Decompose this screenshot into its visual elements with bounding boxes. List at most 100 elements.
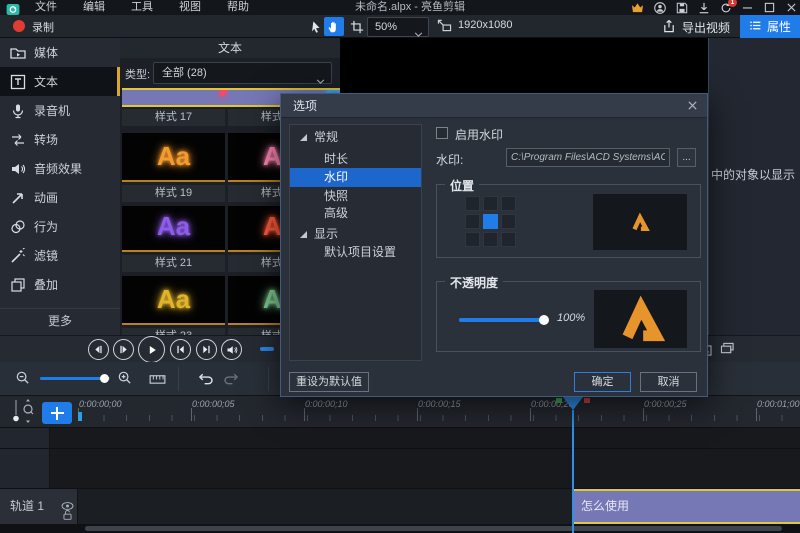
position-cell[interactable] <box>483 214 498 229</box>
maximize-icon[interactable] <box>763 1 776 14</box>
tree-expand-icon[interactable] <box>300 134 307 141</box>
properties-button[interactable]: 属性 <box>740 15 800 38</box>
sidebar-item-behaviors[interactable]: 行为 <box>0 212 120 241</box>
timeline-zoom-in-icon[interactable] <box>118 371 132 390</box>
timeline-clip[interactable]: 怎么使用 <box>573 489 800 524</box>
zoom-level-dropdown[interactable]: 50% <box>367 17 429 37</box>
tree-item-label: 高级 <box>324 206 348 220</box>
scrollbar-thumb[interactable] <box>85 526 782 531</box>
tree-item-entry[interactable]: 时长 <box>290 150 421 168</box>
tree-item-label: 常规 <box>314 130 338 144</box>
track-height-zoom-icon[interactable] <box>6 398 36 429</box>
go-to-start-button[interactable] <box>170 339 191 360</box>
timeline-ruler[interactable]: 0:00:00;000:00:00;050:00:00;100:00:00;15… <box>0 396 800 428</box>
position-cell[interactable] <box>483 196 498 211</box>
browse-button[interactable]: ... <box>677 148 696 167</box>
sidebar-item-animation[interactable]: 动画 <box>0 183 120 212</box>
play-button[interactable] <box>138 336 165 363</box>
enable-watermark-checkbox[interactable] <box>436 127 448 139</box>
menu-item[interactable]: 工具 <box>118 0 166 15</box>
record-button[interactable]: 录制 <box>32 19 54 35</box>
tree-item-entry[interactable]: 水印 <box>290 168 421 187</box>
timeline-zoom-knob[interactable] <box>100 374 109 383</box>
timeline-zoom-out-icon[interactable] <box>16 371 30 390</box>
record-dot-icon[interactable] <box>13 20 25 32</box>
fit-timeline-icon[interactable] <box>149 372 166 390</box>
position-cell[interactable] <box>465 196 480 211</box>
opacity-slider-knob[interactable] <box>539 315 549 325</box>
position-cell[interactable] <box>465 214 480 229</box>
sidebar-item-microphone[interactable]: 录音机 <box>0 96 120 125</box>
download-icon[interactable] <box>697 1 710 14</box>
tree-item-group[interactable]: 显示 <box>290 225 421 243</box>
minimize-icon[interactable] <box>741 1 754 14</box>
position-cell[interactable] <box>465 232 480 247</box>
track-row[interactable] <box>0 428 800 449</box>
watermark-path-input[interactable] <box>506 148 670 167</box>
position-grid <box>465 196 516 247</box>
export-icon <box>662 19 676 36</box>
frames-icon[interactable] <box>720 342 735 360</box>
resolution-value: 1920x1080 <box>458 19 512 31</box>
select-tool[interactable] <box>306 17 326 36</box>
track-row[interactable]: 怎么使用 轨道 1 <box>0 489 800 524</box>
sidebar-item-media[interactable]: 媒体 <box>0 38 120 67</box>
menu-item[interactable]: 帮助 <box>214 0 262 15</box>
go-to-end-button[interactable] <box>196 339 217 360</box>
tree-item-group[interactable]: 常规 <box>290 128 421 146</box>
vip-crown-icon[interactable] <box>631 1 644 14</box>
seek-bar[interactable] <box>260 347 274 351</box>
save-icon[interactable] <box>675 1 688 14</box>
sidebar-item-filters[interactable]: 滤镜 <box>0 241 120 270</box>
opacity-slider[interactable] <box>459 318 544 322</box>
timeline-scrollbar[interactable] <box>0 524 800 533</box>
style-sample-text: Aa <box>122 284 225 315</box>
hand-tool[interactable] <box>324 17 344 36</box>
transitions-icon <box>10 132 26 148</box>
previous-frame-button[interactable] <box>88 339 109 360</box>
sidebar-item-label: 转场 <box>34 131 58 148</box>
sidebar-item-overlays[interactable]: 叠加 <box>0 270 120 299</box>
reset-defaults-button[interactable]: 重设为默认值 <box>289 372 369 392</box>
crop-tool[interactable] <box>347 17 367 36</box>
volume-button[interactable] <box>221 339 242 360</box>
sidebar-items: 媒体文本录音机转场音频效果动画行为滤镜叠加 <box>0 38 120 299</box>
timeline-zoom-slider[interactable] <box>40 377 110 380</box>
sync-icon[interactable]: 1 <box>719 1 732 14</box>
position-cell[interactable] <box>501 232 516 247</box>
menu-item[interactable]: 视图 <box>166 0 214 15</box>
sidebar-more-button[interactable]: 更多 <box>0 308 120 332</box>
sidebar-item-audio-effects[interactable]: 音频效果 <box>0 154 120 183</box>
dialog-close-icon[interactable] <box>687 100 699 112</box>
tree-item-entry[interactable]: 默认项目设置 <box>290 243 421 261</box>
next-frame-button[interactable] <box>113 339 134 360</box>
type-filter-dropdown[interactable]: 全部 (28) <box>153 62 332 84</box>
menu-item[interactable]: 文件 <box>22 0 70 15</box>
playhead-handle[interactable] <box>563 397 583 410</box>
position-cell[interactable] <box>483 232 498 247</box>
cancel-button[interactable]: 取消 <box>640 372 697 392</box>
application-window: 文件编辑工具视图帮助 未命名.alpx - 亮鱼剪辑 1 录制 50% 1920… <box>0 0 800 533</box>
tree-item-entry[interactable]: 快照 <box>290 187 421 205</box>
position-cell[interactable] <box>501 196 516 211</box>
ok-button[interactable]: 确定 <box>574 372 631 392</box>
sidebar-item-text[interactable]: 文本 <box>0 67 120 96</box>
undo-icon[interactable] <box>198 371 215 390</box>
redo-icon[interactable] <box>222 371 239 390</box>
menu-item[interactable]: 编辑 <box>70 0 118 15</box>
close-icon[interactable] <box>785 1 798 14</box>
style-item[interactable]: Aa <box>122 206 225 252</box>
position-cell[interactable] <box>501 214 516 229</box>
style-item[interactable]: Aa <box>122 276 225 325</box>
position-group: 位置 <box>436 184 701 258</box>
type-filter-value: 全部 (28) <box>162 67 207 79</box>
tree-item-entry[interactable]: 高级 <box>290 204 421 222</box>
dialog-title: 选项 <box>293 94 317 118</box>
track-row[interactable] <box>0 449 800 489</box>
add-track-button[interactable] <box>42 402 72 424</box>
sidebar-item-transitions[interactable]: 转场 <box>0 125 120 154</box>
tree-expand-icon[interactable] <box>300 231 307 238</box>
style-item[interactable]: Aa <box>122 133 225 182</box>
account-icon[interactable] <box>653 1 666 14</box>
export-video-button[interactable]: 导出视频 <box>662 17 730 37</box>
